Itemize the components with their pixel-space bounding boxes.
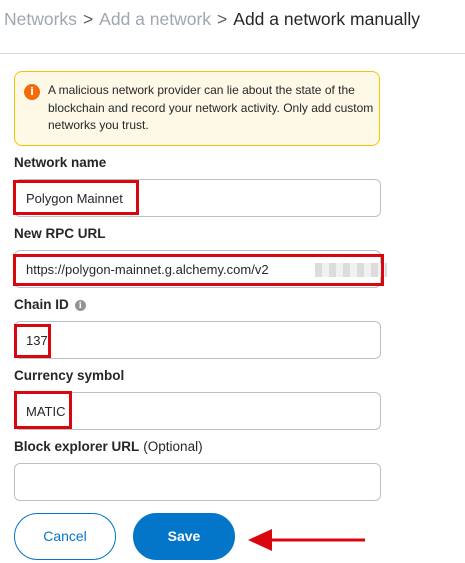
- chain-id-label-row: Chain ID i: [14, 297, 86, 312]
- warning-info-icon: i: [24, 84, 40, 100]
- breadcrumb: Networks > Add a network > Add a network man…: [4, 8, 420, 30]
- block-explorer-optional: (Optional): [143, 439, 203, 454]
- breadcrumb-separator: >: [217, 9, 228, 29]
- block-explorer-label-row: Block explorer URL (Optional): [14, 439, 203, 454]
- warning-banner: i A malicious network provider can lie a…: [14, 71, 380, 146]
- breadcrumb-add-network[interactable]: Add a network: [99, 9, 211, 29]
- page-title: Add a network manually: [233, 9, 421, 29]
- rpc-url-label: New RPC URL: [14, 226, 106, 241]
- cancel-button[interactable]: Cancel: [14, 513, 116, 560]
- currency-symbol-highlight: [14, 391, 72, 429]
- chain-id-input[interactable]: 137: [14, 321, 381, 359]
- warning-text: A malicious network provider can lie abo…: [48, 83, 374, 132]
- breadcrumb-separator: >: [82, 9, 94, 29]
- block-explorer-label: Block explorer URL: [14, 439, 140, 454]
- save-button[interactable]: Save: [133, 513, 235, 560]
- network-name-label: Network name: [14, 155, 107, 170]
- red-arrow-icon: [248, 529, 365, 551]
- block-explorer-input[interactable]: [14, 463, 381, 501]
- rpc-url-highlight: [13, 254, 384, 286]
- chain-id-info-icon[interactable]: i: [74, 300, 86, 311]
- network-name-highlight: [13, 180, 139, 215]
- header-divider: [0, 53, 465, 54]
- breadcrumb-networks[interactable]: Networks: [4, 9, 77, 29]
- currency-symbol-label: Currency symbol: [14, 368, 125, 383]
- chain-id-highlight: [14, 324, 51, 358]
- chain-id-label: Chain ID: [14, 297, 69, 312]
